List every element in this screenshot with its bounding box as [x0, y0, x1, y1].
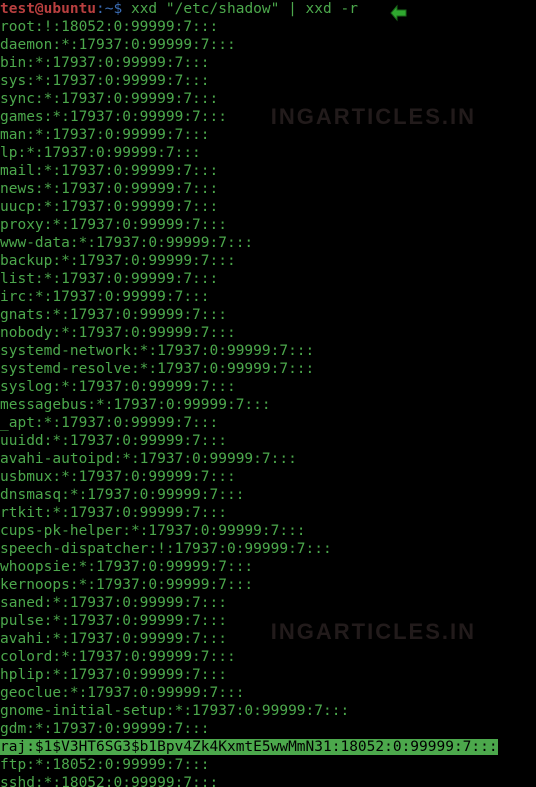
output-line: games:*:17937:0:99999:7::: — [0, 109, 227, 125]
output-line: dnsmasq:*:17937:0:99999:7::: — [0, 487, 244, 503]
output-line: kernoops:*:17937:0:99999:7::: — [0, 577, 253, 593]
output-line: messagebus:*:17937:0:99999:7::: — [0, 397, 271, 413]
terminal-output[interactable]: test@ubuntu:~$ xxd "/etc/shadow" | xxd -… — [0, 0, 536, 787]
output-line: lp:*:17937:0:99999:7::: — [0, 145, 201, 161]
prompt-user: test@ubuntu — [0, 1, 96, 17]
output-line: sys:*:17937:0:99999:7::: — [0, 73, 210, 89]
output-line: avahi:*:17937:0:99999:7::: — [0, 631, 227, 647]
output-line: speech-dispatcher:!:17937:0:99999:7::: — [0, 541, 332, 557]
output-line: saned:*:17937:0:99999:7::: — [0, 595, 227, 611]
output-line: pulse:*:17937:0:99999:7::: — [0, 613, 227, 629]
highlighted-line: raj:$1$V3HT6SG3$b1Bpv4Zk4KxmtE5wwMmN31:1… — [0, 739, 498, 755]
output-line: _apt:*:17937:0:99999:7::: — [0, 415, 218, 431]
output-line: ftp:*:18052:0:99999:7::: — [0, 757, 210, 773]
output-line: uucp:*:17937:0:99999:7::: — [0, 199, 218, 215]
output-line: systemd-network:*:17937:0:99999:7::: — [0, 343, 314, 359]
prompt-path: ~ — [105, 1, 114, 17]
output-line: gdm:*:17937:0:99999:7::: — [0, 721, 210, 737]
output-line: nobody:*:17937:0:99999:7::: — [0, 325, 236, 341]
output-line: www-data:*:17937:0:99999:7::: — [0, 235, 253, 251]
output-line: news:*:17937:0:99999:7::: — [0, 181, 218, 197]
output-line: sync:*:17937:0:99999:7::: — [0, 91, 218, 107]
output-line: hplip:*:17937:0:99999:7::: — [0, 667, 227, 683]
prompt-cmd: xxd "/etc/shadow" | xxd -r — [122, 1, 358, 17]
output-line: colord:*:17937:0:99999:7::: — [0, 649, 236, 665]
output-line: cups-pk-helper:*:17937:0:99999:7::: — [0, 523, 306, 539]
output-line: sshd:*:18052:0:99999:7::: — [0, 775, 218, 787]
output-line: syslog:*:17937:0:99999:7::: — [0, 379, 236, 395]
output-line: avahi-autoipd:*:17937:0:99999:7::: — [0, 451, 297, 467]
output-line: whoopsie:*:17937:0:99999:7::: — [0, 559, 253, 575]
output-line: backup:*:17937:0:99999:7::: — [0, 253, 236, 269]
output-line: systemd-resolve:*:17937:0:99999:7::: — [0, 361, 314, 377]
output-line: gnome-initial-setup:*:17937:0:99999:7::: — [0, 703, 349, 719]
output-line: gnats:*:17937:0:99999:7::: — [0, 307, 227, 323]
prompt-sym: $ — [114, 1, 123, 17]
output-line: bin:*:17937:0:99999:7::: — [0, 55, 210, 71]
output-line: daemon:*:17937:0:99999:7::: — [0, 37, 236, 53]
output-line: root:!:18052:0:99999:7::: — [0, 19, 218, 35]
output-line: usbmux:*:17937:0:99999:7::: — [0, 469, 236, 485]
output-line: list:*:17937:0:99999:7::: — [0, 271, 218, 287]
output-line: rtkit:*:17937:0:99999:7::: — [0, 505, 227, 521]
output-line: mail:*:17937:0:99999:7::: — [0, 163, 218, 179]
output-line: geoclue:*:17937:0:99999:7::: — [0, 685, 244, 701]
output-line: uuidd:*:17937:0:99999:7::: — [0, 433, 227, 449]
output-line: irc:*:17937:0:99999:7::: — [0, 289, 210, 305]
prompt-sep: : — [96, 1, 105, 17]
output-line: man:*:17937:0:99999:7::: — [0, 127, 210, 143]
output-line: proxy:*:17937:0:99999:7::: — [0, 217, 227, 233]
